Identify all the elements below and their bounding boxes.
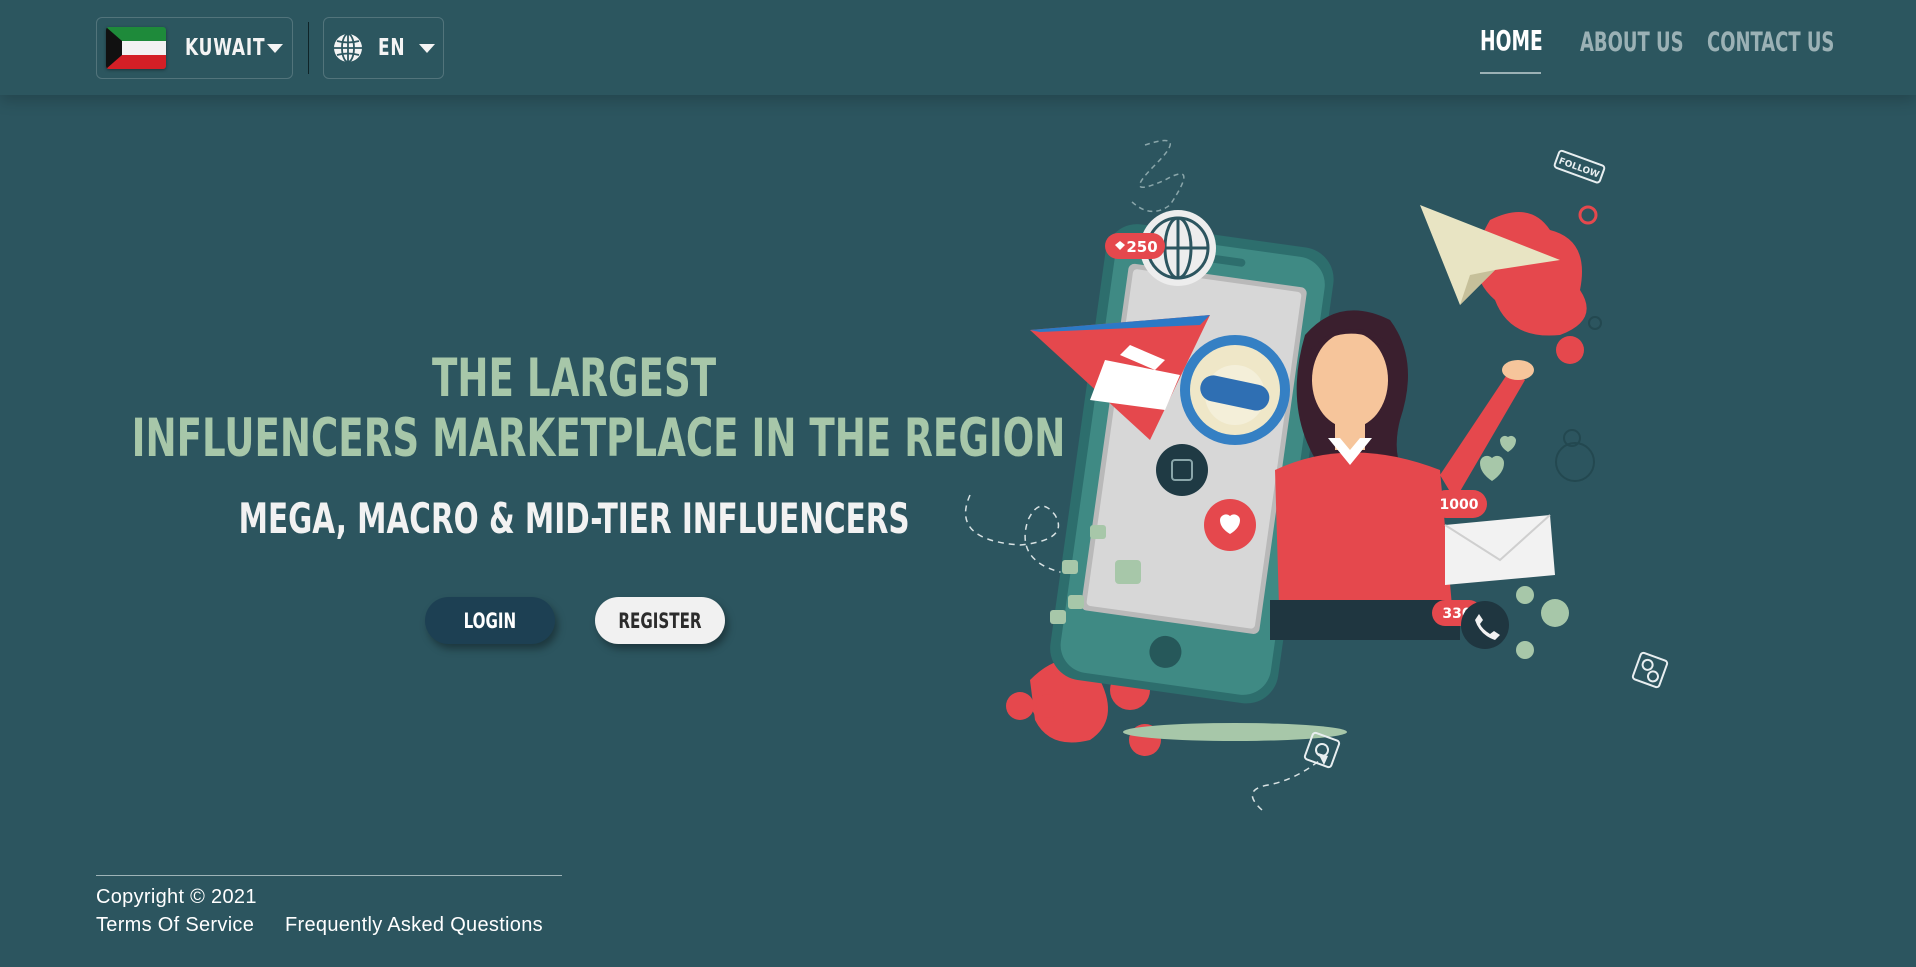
kuwait-flag-icon — [106, 27, 166, 69]
globe-icon — [334, 33, 362, 63]
chevron-down-icon — [267, 44, 283, 53]
terms-of-service-link[interactable]: Terms Of Service — [96, 914, 254, 937]
influencer-illustration: FOLLOW 250 1000 330 — [964, 139, 1669, 811]
faq-link[interactable]: Frequently Asked Questions — [285, 914, 543, 937]
follow-tag-icon: FOLLOW — [1553, 149, 1606, 184]
top-navbar: KUWAIT EN HOME ABOUT US CONTACT US — [0, 0, 1916, 95]
nav-home[interactable]: HOME — [1480, 24, 1543, 57]
svg-text:1000: 1000 — [1440, 497, 1479, 513]
language-label: EN — [378, 35, 406, 61]
copyright-text: Copyright © 2021 — [96, 886, 257, 908]
svg-text:250: 250 — [1126, 238, 1157, 256]
register-button[interactable]: REGISTER — [595, 597, 725, 644]
country-label: KUWAIT — [185, 35, 266, 61]
nav-contact-us[interactable]: CONTACT US — [1707, 27, 1834, 58]
header-divider — [308, 22, 309, 74]
envelope-icon — [1444, 514, 1555, 585]
country-selector[interactable]: KUWAIT — [96, 17, 293, 79]
nav-about-us[interactable]: ABOUT US — [1580, 27, 1684, 58]
login-button[interactable]: LOGIN — [425, 597, 555, 644]
nav-active-underline — [1480, 72, 1541, 74]
language-selector[interactable]: EN — [323, 17, 444, 79]
likes-badge: 250 — [1105, 233, 1165, 259]
count-badge-1000: 1000 — [1432, 490, 1487, 518]
chevron-down-icon — [419, 44, 435, 53]
footer-divider — [96, 875, 562, 876]
